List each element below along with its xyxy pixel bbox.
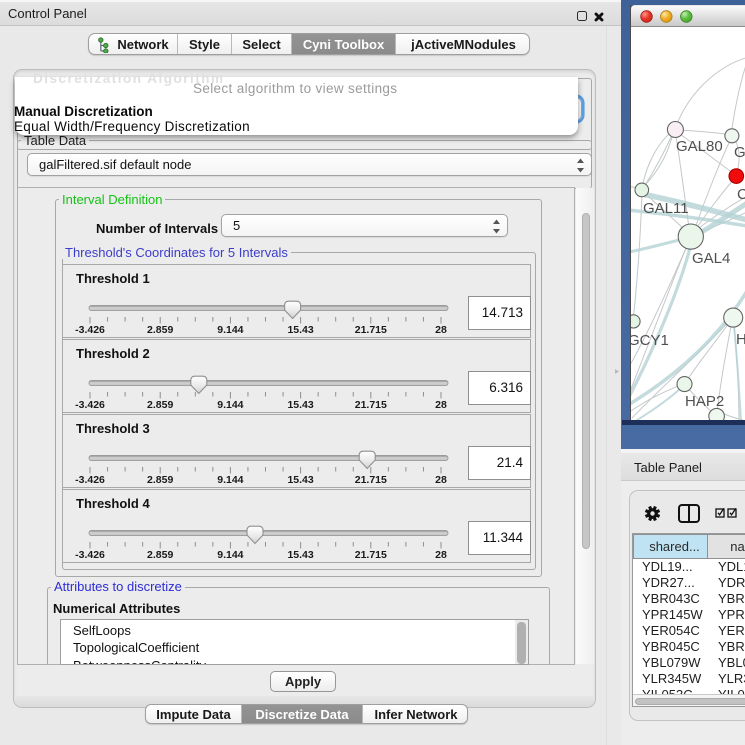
svg-text:2.859: 2.859 [147, 549, 173, 561]
svg-text:21.715: 21.715 [355, 549, 387, 561]
svg-text:28: 28 [435, 474, 447, 486]
svg-text:15.43: 15.43 [287, 399, 313, 411]
svg-text:2.859: 2.859 [147, 324, 173, 336]
svg-text:-3.426: -3.426 [75, 474, 105, 486]
svg-text:GCY1: GCY1 [631, 332, 669, 349]
svg-text:GAL11: GAL11 [643, 200, 689, 217]
svg-text:21.715: 21.715 [355, 324, 387, 336]
svg-text:GA: GA [734, 144, 745, 161]
svg-text:15.43: 15.43 [287, 324, 313, 336]
svg-text:GAL4: GAL4 [692, 250, 730, 267]
svg-text:C: C [737, 186, 745, 203]
svg-text:9.144: 9.144 [217, 549, 243, 561]
svg-text:GAL80: GAL80 [676, 138, 723, 155]
svg-text:21.715: 21.715 [355, 474, 387, 486]
svg-text:HAP2: HAP2 [685, 393, 724, 410]
svg-text:15.43: 15.43 [287, 549, 313, 561]
svg-text:21.715: 21.715 [355, 399, 387, 411]
svg-text:28: 28 [435, 399, 447, 411]
svg-text:-3.426: -3.426 [75, 549, 105, 561]
svg-text:-3.426: -3.426 [75, 399, 105, 411]
svg-text:28: 28 [435, 324, 447, 336]
svg-text:9.144: 9.144 [217, 474, 243, 486]
svg-text:15.43: 15.43 [287, 474, 313, 486]
svg-text:-3.426: -3.426 [75, 324, 105, 336]
svg-text:28: 28 [435, 549, 447, 561]
svg-text:2.859: 2.859 [147, 399, 173, 411]
svg-text:2.859: 2.859 [147, 474, 173, 486]
svg-text:9.144: 9.144 [217, 324, 243, 336]
svg-text:9.144: 9.144 [217, 399, 243, 411]
svg-text:H: H [736, 331, 745, 348]
